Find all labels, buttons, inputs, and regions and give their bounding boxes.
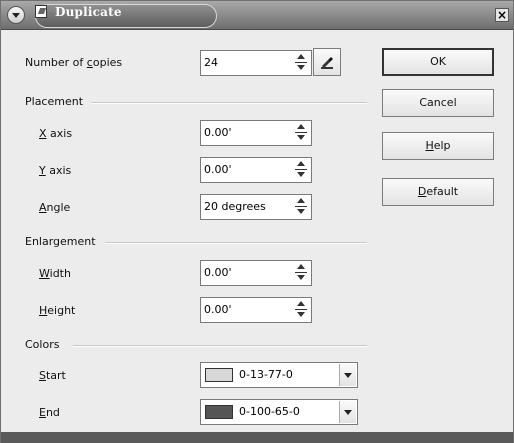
height-label-post: eight	[47, 304, 76, 317]
start-label-mnemonic: S	[39, 369, 46, 382]
height-spinbox[interactable]: 0.00'	[200, 297, 312, 323]
height-stepper[interactable]	[295, 300, 307, 320]
window-menu-icon[interactable]	[7, 6, 25, 24]
angle-label: Angle	[39, 201, 70, 214]
window-title: Duplicate	[55, 5, 122, 19]
end-color-swatch	[205, 405, 233, 419]
stepper-divider	[295, 62, 307, 63]
placement-divider	[91, 102, 367, 104]
arrow-down-icon[interactable]	[297, 172, 305, 177]
x-axis-label-mnemonic: X	[39, 127, 47, 140]
start-color-swatch	[205, 368, 233, 382]
start-color-label: Start	[39, 369, 66, 382]
default-label-post: efault	[426, 185, 459, 198]
window-bottom-border	[1, 432, 513, 443]
help-label-post: elp	[433, 139, 451, 152]
default-button[interactable]: Default	[382, 178, 494, 206]
width-label-mnemonic: W	[39, 267, 50, 280]
arrow-down-icon[interactable]	[297, 275, 305, 280]
enlargement-divider	[105, 242, 367, 244]
angle-value: 20 degrees	[204, 200, 266, 213]
width-spinbox[interactable]: 0.00'	[200, 260, 312, 286]
start-color-select[interactable]: 0-13-77-0	[200, 362, 358, 388]
y-axis-stepper[interactable]	[295, 160, 307, 180]
start-label-post: tart	[45, 369, 66, 382]
arrow-up-icon[interactable]	[297, 264, 305, 269]
copies-spinbox[interactable]: 24	[200, 50, 312, 76]
stepper-divider	[295, 169, 307, 170]
close-icon[interactable]: ×	[495, 8, 509, 22]
end-color-select[interactable]: 0-100-65-0	[200, 399, 358, 425]
chevron-down-icon[interactable]	[339, 364, 356, 386]
y-axis-label-post: axis	[45, 164, 72, 177]
end-label-post: nd	[45, 406, 60, 419]
arrow-up-icon[interactable]	[297, 198, 305, 203]
copies-label: Number of copies	[25, 56, 122, 69]
cancel-button[interactable]: Cancel	[382, 89, 494, 117]
y-axis-label: Y axis	[39, 164, 71, 177]
x-axis-value: 0.00'	[204, 126, 232, 139]
title-bar: Duplicate ×	[1, 1, 513, 30]
angle-stepper[interactable]	[295, 197, 307, 217]
width-value: 0.00'	[204, 266, 232, 279]
pick-from-selection-icon	[321, 57, 333, 69]
arrow-down-icon[interactable]	[297, 65, 305, 70]
placement-section-title: Placement	[25, 95, 84, 108]
copies-stepper[interactable]	[295, 53, 307, 73]
duplicate-dialog: Duplicate × Number of copies 24 Placemen…	[0, 0, 514, 443]
y-axis-spinbox[interactable]: 0.00'	[200, 157, 312, 183]
x-axis-spinbox[interactable]: 0.00'	[200, 120, 312, 146]
help-button[interactable]: Help	[382, 132, 494, 160]
angle-spinbox[interactable]: 20 degrees	[200, 194, 312, 220]
ok-button[interactable]: OK	[382, 48, 494, 76]
y-axis-label-mnemonic: Y	[39, 164, 46, 177]
arrow-up-icon[interactable]	[297, 54, 305, 59]
end-color-label: End	[39, 406, 60, 419]
x-axis-label-post: axis	[46, 127, 73, 140]
start-color-value: 0-13-77-0	[239, 368, 293, 381]
width-label-post: idth	[49, 267, 71, 280]
end-label-mnemonic: E	[39, 406, 46, 419]
colors-section-title: Colors	[25, 338, 60, 351]
arrow-down-icon[interactable]	[297, 209, 305, 214]
copies-label-pre: Number of	[25, 56, 87, 69]
x-axis-stepper[interactable]	[295, 123, 307, 143]
pick-from-selection-button[interactable]	[313, 48, 341, 76]
stepper-divider	[295, 206, 307, 207]
arrow-up-icon[interactable]	[297, 301, 305, 306]
x-axis-label: X axis	[39, 127, 72, 140]
arrow-down-icon[interactable]	[297, 135, 305, 140]
arrow-down-icon[interactable]	[297, 312, 305, 317]
width-label: Width	[39, 267, 71, 280]
height-value: 0.00'	[204, 303, 232, 316]
stepper-divider	[295, 272, 307, 273]
y-axis-value: 0.00'	[204, 163, 232, 176]
width-stepper[interactable]	[295, 263, 307, 283]
angle-label-mnemonic: A	[39, 201, 47, 214]
stepper-divider	[295, 132, 307, 133]
angle-label-post: ngle	[46, 201, 71, 214]
enlargement-section-title: Enlargement	[25, 235, 96, 248]
document-icon	[35, 5, 47, 18]
copies-value: 24	[204, 56, 218, 69]
arrow-up-icon[interactable]	[297, 124, 305, 129]
stepper-divider	[295, 309, 307, 310]
height-label: Height	[39, 304, 75, 317]
arrow-up-icon[interactable]	[297, 161, 305, 166]
copies-label-post: opies	[92, 56, 123, 69]
help-mnemonic: H	[425, 139, 434, 152]
colors-divider	[73, 345, 367, 347]
chevron-down-icon[interactable]	[339, 401, 356, 423]
end-color-value: 0-100-65-0	[239, 405, 300, 418]
